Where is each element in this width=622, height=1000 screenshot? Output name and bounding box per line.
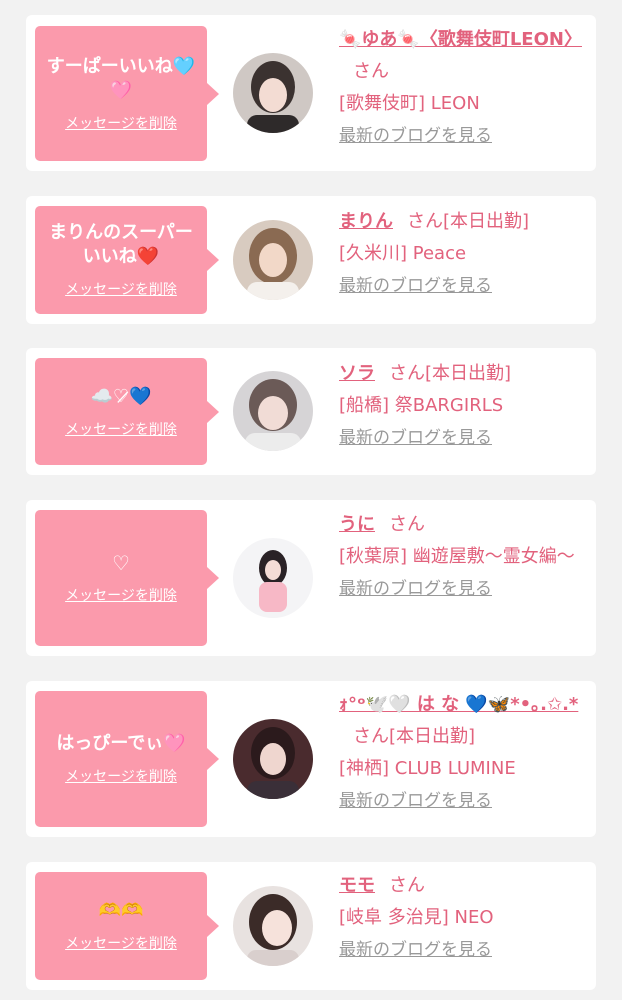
honorific: さん xyxy=(389,514,425,535)
name-line: 🍬ゆあ🍬〈歌舞伎町LEON〉さん xyxy=(339,24,589,88)
message-text: はっぴーでぃ🩷 xyxy=(56,733,186,754)
status-badge: [本日出勤] xyxy=(443,211,530,232)
avatar[interactable] xyxy=(233,719,313,799)
avatar[interactable] xyxy=(233,220,313,300)
shop-label: [神栖] CLUB LUMINE xyxy=(339,758,516,779)
message-text: すーぱーいいね🩵🩷 xyxy=(46,55,196,101)
honorific: さん xyxy=(353,726,389,747)
like-card: はっぴーでぃ🩷 メッセージを削除 ｫ°ᵒ🕊️🤍 は な 💙🦋*•｡.✩.*さん[… xyxy=(26,681,596,837)
message-bubble: ☁️♡̷💙 メッセージを削除 xyxy=(35,358,219,465)
cast-info: 🍬ゆあ🍬〈歌舞伎町LEON〉さん [歌舞伎町] LEON 最新のブログを見る xyxy=(339,24,589,152)
honorific: さん xyxy=(389,875,425,896)
latest-blog-link[interactable]: 最新のブログを見る xyxy=(339,120,492,152)
status-badge: [本日出勤] xyxy=(389,726,476,747)
avatar[interactable] xyxy=(233,371,313,451)
like-card: すーぱーいいね🩵🩷 メッセージを削除 🍬ゆあ🍬〈歌舞伎町LEON〉さん [歌舞伎… xyxy=(26,15,596,171)
latest-blog-link[interactable]: 最新のブログを見る xyxy=(339,573,492,605)
avatar[interactable] xyxy=(233,538,313,618)
message-text: まりんのスーパーいいね❤️ xyxy=(49,222,193,267)
shop-label: [秋葉原] 幽遊屋敷〜霊女編〜 xyxy=(339,546,575,567)
cast-name-link[interactable]: 🍬ゆあ🍬〈歌舞伎町LEON〉 xyxy=(339,29,582,50)
message-bubble: ♡ メッセージを削除 xyxy=(35,510,219,646)
message-text: ☁️♡̷💙 xyxy=(90,385,152,407)
cast-name-link[interactable]: ソラ xyxy=(339,363,375,384)
cast-name-link[interactable]: うに xyxy=(339,514,375,535)
cast-info: まりん さん[本日出勤] [久米川] Peace 最新のブログを見る xyxy=(339,206,589,302)
cast-name-link[interactable]: ｫ°ᵒ🕊️🤍 は な 💙🦋*•｡.✩.* xyxy=(339,694,578,715)
cast-info: モモ さん [岐阜 多治見] NEO 最新のブログを見る xyxy=(339,870,589,966)
delete-message-link[interactable]: メッセージを削除 xyxy=(65,766,177,786)
message-bubble: はっぴーでぃ🩷 メッセージを削除 xyxy=(35,691,219,827)
like-card: ☁️♡̷💙 メッセージを削除 ソラ さん[本日出勤] [船橋] 祭BARGIRLS… xyxy=(26,348,596,475)
shop-label: [岐阜 多治見] NEO xyxy=(339,907,494,928)
cast-info: ｫ°ᵒ🕊️🤍 は な 💙🦋*•｡.✩.* さん[本日出勤] [神栖] CLUB L… xyxy=(339,689,589,817)
message-bubble: すーぱーいいね🩵🩷 メッセージを削除 xyxy=(35,26,219,161)
message-text: ♡ xyxy=(112,551,130,575)
name-line: ｫ°ᵒ🕊️🤍 は な 💙🦋*•｡.✩.* さん[本日出勤] xyxy=(339,689,589,753)
shop-label: [歌舞伎町] LEON xyxy=(339,93,480,114)
delete-message-link[interactable]: メッセージを削除 xyxy=(65,585,177,605)
latest-blog-link[interactable]: 最新のブログを見る xyxy=(339,270,492,302)
status-badge: [本日出勤] xyxy=(425,363,512,384)
cast-info: うに さん [秋葉原] 幽遊屋敷〜霊女編〜 最新のブログを見る xyxy=(339,509,589,605)
name-line: ソラ さん[本日出勤] xyxy=(339,358,589,390)
cast-name-link[interactable]: まりん xyxy=(339,211,393,232)
message-text: 🫶🫶 xyxy=(98,900,144,921)
name-line: まりん さん[本日出勤] xyxy=(339,206,589,238)
cast-info: ソラ さん[本日出勤] [船橋] 祭BARGIRLS 最新のブログを見る xyxy=(339,358,589,454)
delete-message-link[interactable]: メッセージを削除 xyxy=(65,933,177,953)
name-line: モモ さん xyxy=(339,870,589,902)
shop-label: [久米川] Peace xyxy=(339,243,467,264)
like-card: ♡ メッセージを削除 うに さん [秋葉原] 幽遊屋敷〜霊女編〜 最新のブログを見… xyxy=(26,500,596,656)
latest-blog-link[interactable]: 最新のブログを見る xyxy=(339,785,492,817)
latest-blog-link[interactable]: 最新のブログを見る xyxy=(339,422,492,454)
delete-message-link[interactable]: メッセージを削除 xyxy=(65,419,177,439)
name-line: うに さん xyxy=(339,509,589,541)
message-bubble: まりんのスーパーいいね❤️ メッセージを削除 xyxy=(35,206,219,314)
like-card: まりんのスーパーいいね❤️ メッセージを削除 まりん さん[本日出勤] [久米川]… xyxy=(26,196,596,324)
honorific: さん xyxy=(407,211,443,232)
delete-message-link[interactable]: メッセージを削除 xyxy=(65,279,177,299)
cast-name-link[interactable]: モモ xyxy=(339,875,375,896)
latest-blog-link[interactable]: 最新のブログを見る xyxy=(339,934,492,966)
shop-label: [船橋] 祭BARGIRLS xyxy=(339,395,504,416)
honorific: さん xyxy=(353,61,389,82)
like-card: 🫶🫶 メッセージを削除 モモ さん [岐阜 多治見] NEO 最新のブログを見る xyxy=(26,862,596,990)
honorific: さん xyxy=(389,363,425,384)
message-bubble: 🫶🫶 メッセージを削除 xyxy=(35,872,219,980)
delete-message-link[interactable]: メッセージを削除 xyxy=(65,113,177,133)
avatar[interactable] xyxy=(233,886,313,966)
avatar[interactable] xyxy=(233,53,313,133)
